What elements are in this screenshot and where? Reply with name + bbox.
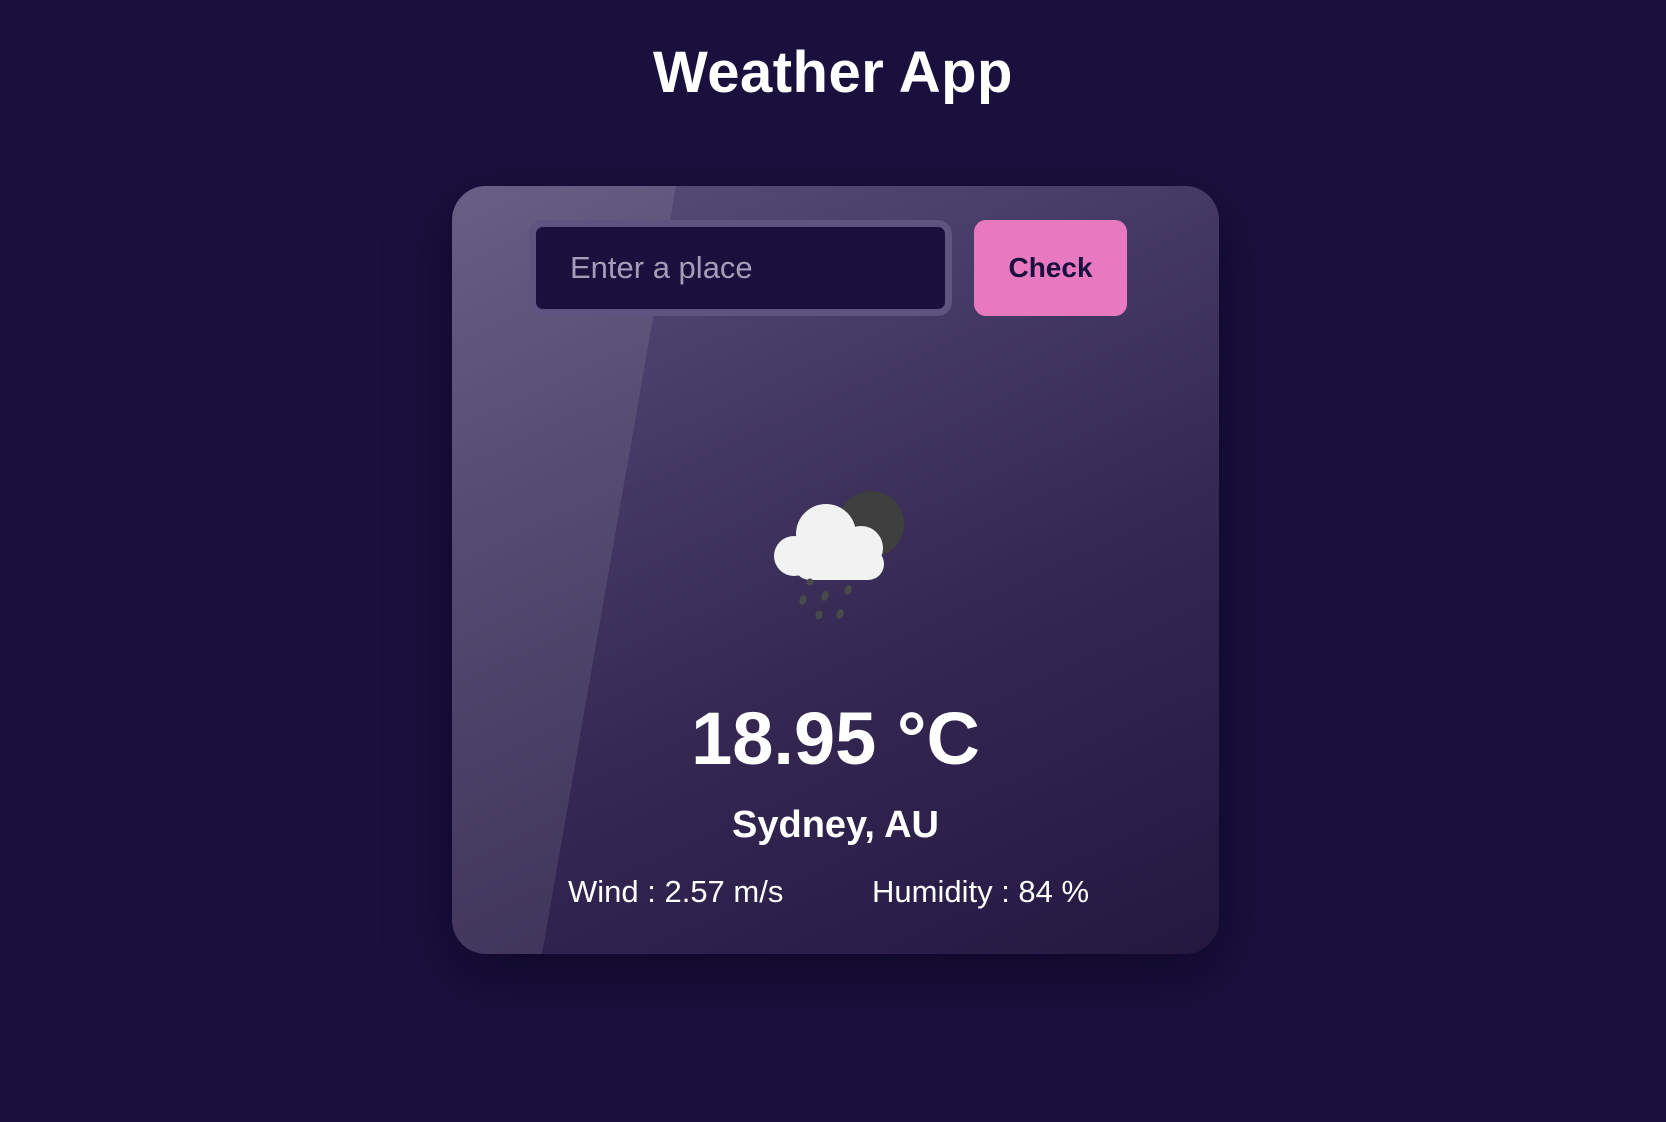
- temperature-value: 18.95 °C: [691, 697, 980, 780]
- check-button[interactable]: Check: [974, 220, 1127, 316]
- wind-speed-label: Wind : 2.57 m/s: [568, 874, 784, 909]
- page-title: Weather App: [653, 40, 1013, 105]
- humidity-label: Humidity : 84 %: [872, 874, 1090, 909]
- cloud-rain-night-icon: [774, 491, 904, 620]
- weather-card: Check 18.95 °C Sydney, AU Wind : 2.57: [452, 186, 1219, 954]
- weather-stats-row: Wind : 2.57 m/s Humidity : 84 %: [452, 870, 1219, 914]
- location-label: Sydney, AU: [732, 804, 939, 846]
- search-row: Check: [529, 220, 1149, 328]
- place-search-input[interactable]: [529, 220, 952, 316]
- weather-app-page: Weather App Check: [0, 0, 1666, 1122]
